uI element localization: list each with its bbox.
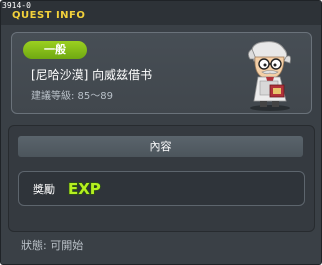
quest-name: [尼哈沙漠] 向威兹借书	[31, 68, 153, 82]
recommended-level: 建議等級: 85～89	[31, 91, 113, 102]
content-header: 內容	[18, 136, 303, 157]
quest-id: 3914-0	[2, 1, 31, 10]
reward-box: 獎勵 EXP	[18, 171, 305, 206]
window-title: QUEST INFO	[12, 10, 86, 21]
old-man-npc-icon	[248, 41, 291, 111]
quest-info-window: 3914-0 QUEST INFO 一般 [尼哈沙漠] 向威兹借书 建議等級: …	[0, 0, 322, 265]
reward-label: 獎勵	[33, 183, 55, 196]
title-bar[interactable]: 3914-0 QUEST INFO	[1, 1, 321, 25]
exp-icon: EXP	[67, 179, 101, 197]
quest-summary-panel: 一般 [尼哈沙漠] 向威兹借书 建議等級: 85～89	[11, 32, 312, 114]
quest-status: 狀態: 可開始	[21, 239, 84, 252]
category-badge: 一般	[23, 41, 87, 59]
svg-text:EXP: EXP	[68, 180, 101, 197]
